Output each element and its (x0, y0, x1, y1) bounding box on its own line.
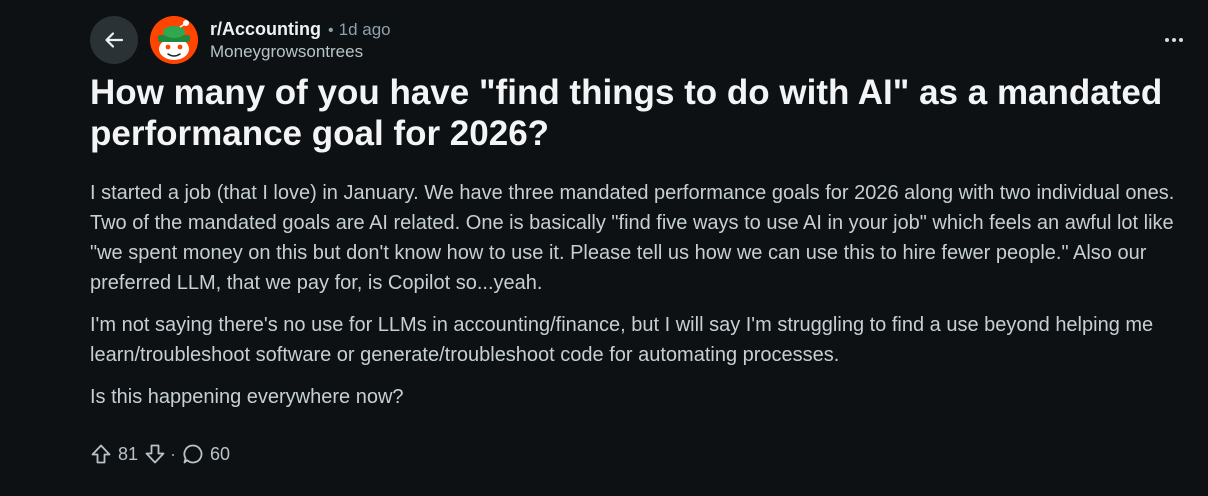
post-paragraph: I started a job (that I love) in January… (90, 182, 1175, 294)
more-options-button[interactable] (1162, 28, 1186, 52)
upvote-button[interactable] (90, 443, 112, 465)
comment-bubble-icon (183, 444, 203, 464)
comment-count: 60 (210, 443, 231, 464)
subreddit-avatar[interactable] (150, 16, 198, 64)
post-meta-top: r/Accounting • 1d ago (210, 19, 391, 40)
post-body: I started a job (that I love) in January… (90, 178, 1190, 424)
author-link[interactable]: Moneygrowsontrees (210, 42, 391, 62)
back-button[interactable] (90, 16, 138, 64)
post-detail: r/Accounting • 1d ago Moneygrowsontrees … (0, 0, 1208, 496)
meta-separator: • (328, 21, 334, 39)
post-title: How many of you have "find things to do … (90, 73, 1163, 153)
arrow-left-icon (105, 32, 124, 48)
post-timestamp: 1d ago (338, 19, 391, 39)
upvote-arrow-icon (91, 444, 111, 464)
post-actions: 81 · 60 (90, 440, 236, 468)
comments-button[interactable] (182, 443, 204, 465)
snoo-avatar-icon (150, 16, 198, 64)
more-horizontal-icon (1165, 38, 1183, 42)
post-paragraph: Is this happening everywhere now? (90, 386, 404, 408)
subreddit-link[interactable]: r/Accounting (210, 19, 321, 40)
downvote-arrow-icon (145, 444, 165, 464)
post-header: r/Accounting • 1d ago Moneygrowsontrees (90, 16, 391, 64)
post-meta: r/Accounting • 1d ago Moneygrowsontrees (210, 19, 391, 62)
actions-separator: · (170, 443, 177, 464)
vote-count: 81 (118, 443, 139, 464)
post-paragraph: I'm not saying there's no use for LLMs i… (90, 314, 1154, 366)
downvote-button[interactable] (144, 443, 166, 465)
